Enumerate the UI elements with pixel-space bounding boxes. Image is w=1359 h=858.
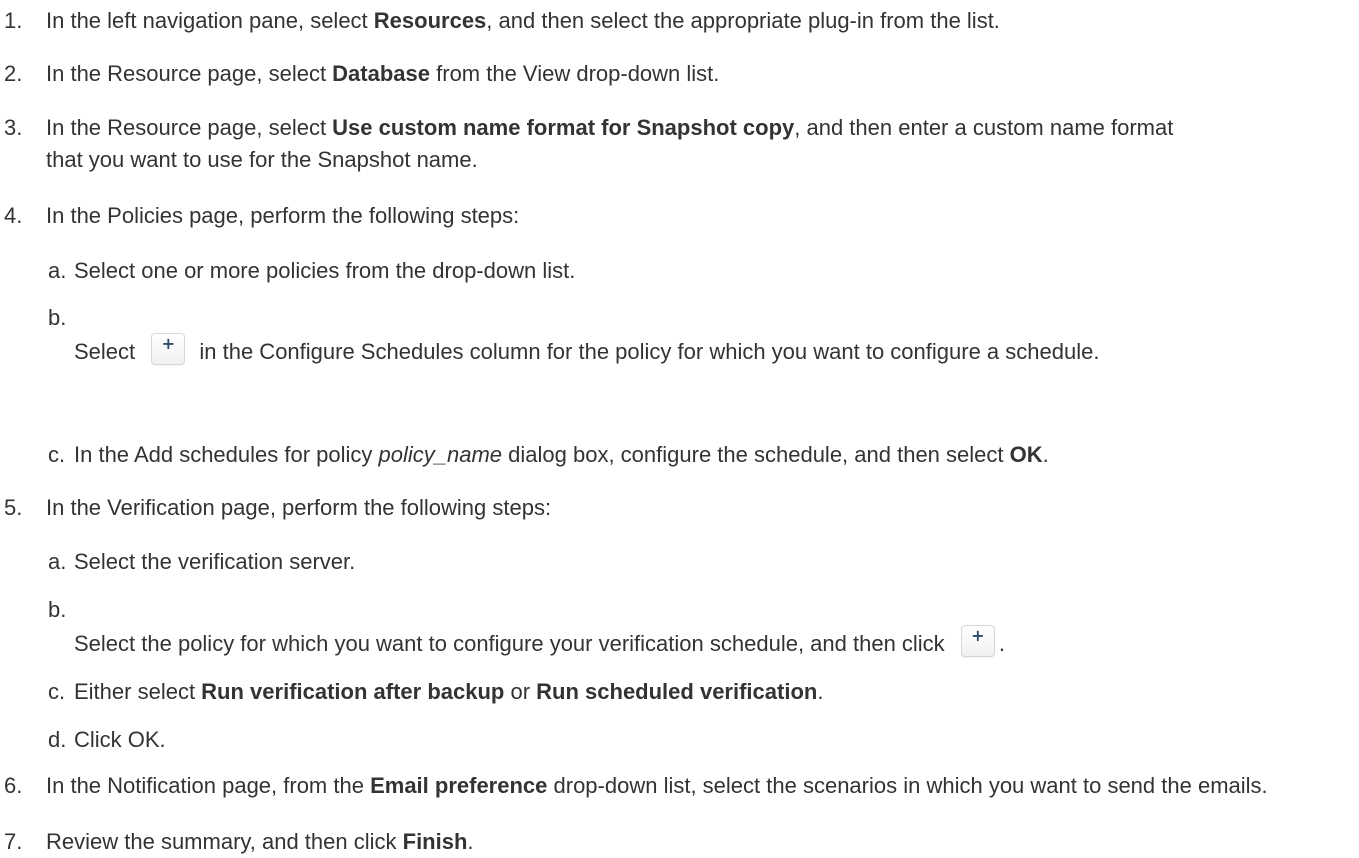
substep-text-part: In the Add schedules for policy: [74, 442, 379, 467]
substep-letter: a.: [48, 258, 67, 283]
procedure-document: 1. In the left navigation pane, select R…: [0, 0, 1359, 855]
substep-text-part: .: [817, 679, 824, 704]
substep-letter: d.: [48, 727, 67, 752]
add-schedule-button[interactable]: +: [151, 333, 186, 365]
substep-text: Select one or more policies from the dro…: [74, 258, 576, 283]
step-number: 2.: [4, 61, 23, 86]
step-text-part: drop-down list, select the scenarios in …: [547, 773, 1268, 798]
step-4: 4. In the Policies page, perform the fol…: [4, 200, 1351, 232]
substep-text-part: .: [1042, 442, 1049, 467]
substep-letter: c.: [48, 442, 66, 467]
step-text-part: , and then select the appropriate plug-i…: [486, 8, 1000, 33]
step-number: 5.: [4, 495, 23, 520]
substep-letter: b.: [48, 305, 67, 330]
substep-5d: d. Click OK.: [48, 724, 1351, 756]
step-2: 2. In the Resource page, select Database…: [4, 58, 1351, 90]
step-number: 3.: [4, 115, 23, 140]
step-3: 3. In the Resource page, select Use cust…: [4, 112, 1209, 176]
step-number: 6.: [4, 773, 23, 798]
step-text-part: In the Resource page, select: [46, 61, 333, 86]
step-number: 1.: [4, 8, 23, 33]
substep-text: Select + in the Configure Schedules colu…: [74, 302, 1209, 368]
ui-term-ok: OK: [1009, 442, 1043, 467]
step-text: In the Resource page, select Use custom …: [46, 112, 1209, 176]
substep-text-part: Select the policy for which you want to …: [74, 631, 951, 656]
ui-term-finish: Finish: [402, 829, 468, 854]
substep-text-part: dialog box, configure the schedule, and …: [502, 442, 1010, 467]
step-6: 6. In the Notification page, from the Em…: [4, 770, 1349, 802]
substep-text-part: in the Configure Schedules column for th…: [193, 339, 1100, 364]
step-text-part: Review the summary, and then click: [46, 829, 403, 854]
step-text: In the Verification page, perform the fo…: [46, 495, 552, 520]
ui-term-run-scheduled-verification: Run scheduled verification: [536, 679, 818, 704]
step-text-part: .: [467, 829, 474, 854]
step-text: In the Policies page, perform the follow…: [46, 203, 520, 228]
substep-text: Select the policy for which you want to …: [74, 594, 1351, 660]
step-text: In the Resource page, select Database fr…: [46, 58, 1351, 90]
step-text: Review the summary, and then click Finis…: [46, 826, 1351, 858]
step-text-part: In the Resource page, select: [46, 115, 333, 140]
substep-4c: c. In the Add schedules for policy polic…: [48, 439, 1351, 471]
substep-letter: b.: [48, 597, 67, 622]
step-number: 4.: [4, 203, 23, 228]
substep-text: In the Add schedules for policy policy_n…: [74, 439, 1351, 471]
step-number: 7.: [4, 829, 23, 854]
substep-text-part: .: [998, 631, 1005, 656]
step-text: In the left navigation pane, select Reso…: [46, 5, 1351, 37]
substep-text: Select the verification server.: [74, 549, 356, 574]
step-text: In the Notification page, from the Email…: [46, 770, 1349, 802]
substep-text-part: or: [504, 679, 537, 704]
substep-4b: b. Select + in the Configure Schedules c…: [48, 302, 1209, 368]
ui-term-email-preference: Email preference: [370, 773, 548, 798]
substep-4a: a. Select one or more policies from the …: [48, 255, 1351, 287]
step-1: 1. In the left navigation pane, select R…: [4, 5, 1351, 37]
step-text-part: In the left navigation pane, select: [46, 8, 374, 33]
substep-text: Click OK.: [74, 727, 166, 752]
substep-5b: b. Select the policy for which you want …: [48, 594, 1351, 660]
substep-letter: c.: [48, 679, 66, 704]
substep-text-part: Either select: [74, 679, 202, 704]
ui-term-database: Database: [332, 61, 431, 86]
substep-text-part: Select: [74, 339, 142, 364]
substep-5c: c. Either select Run verification after …: [48, 676, 1351, 708]
placeholder-policy-name: policy_name: [378, 442, 503, 467]
ui-term-resources: Resources: [373, 8, 487, 33]
ui-term-run-verification-after-backup: Run verification after backup: [201, 679, 505, 704]
step-7: 7. Review the summary, and then click Fi…: [4, 826, 1351, 858]
substep-5a: a. Select the verification server.: [48, 546, 1351, 578]
plus-icon: +: [971, 626, 985, 645]
plus-icon: +: [161, 334, 175, 353]
step-text-part: from the View drop-down list.: [430, 61, 720, 86]
ui-term-custom-name-format: Use custom name format for Snapshot copy: [332, 115, 795, 140]
add-verification-schedule-button[interactable]: +: [960, 625, 995, 657]
substep-letter: a.: [48, 549, 67, 574]
step-text-part: In the Notification page, from the: [46, 773, 371, 798]
substep-text: Either select Run verification after bac…: [74, 676, 1351, 708]
step-5: 5. In the Verification page, perform the…: [4, 492, 1351, 524]
